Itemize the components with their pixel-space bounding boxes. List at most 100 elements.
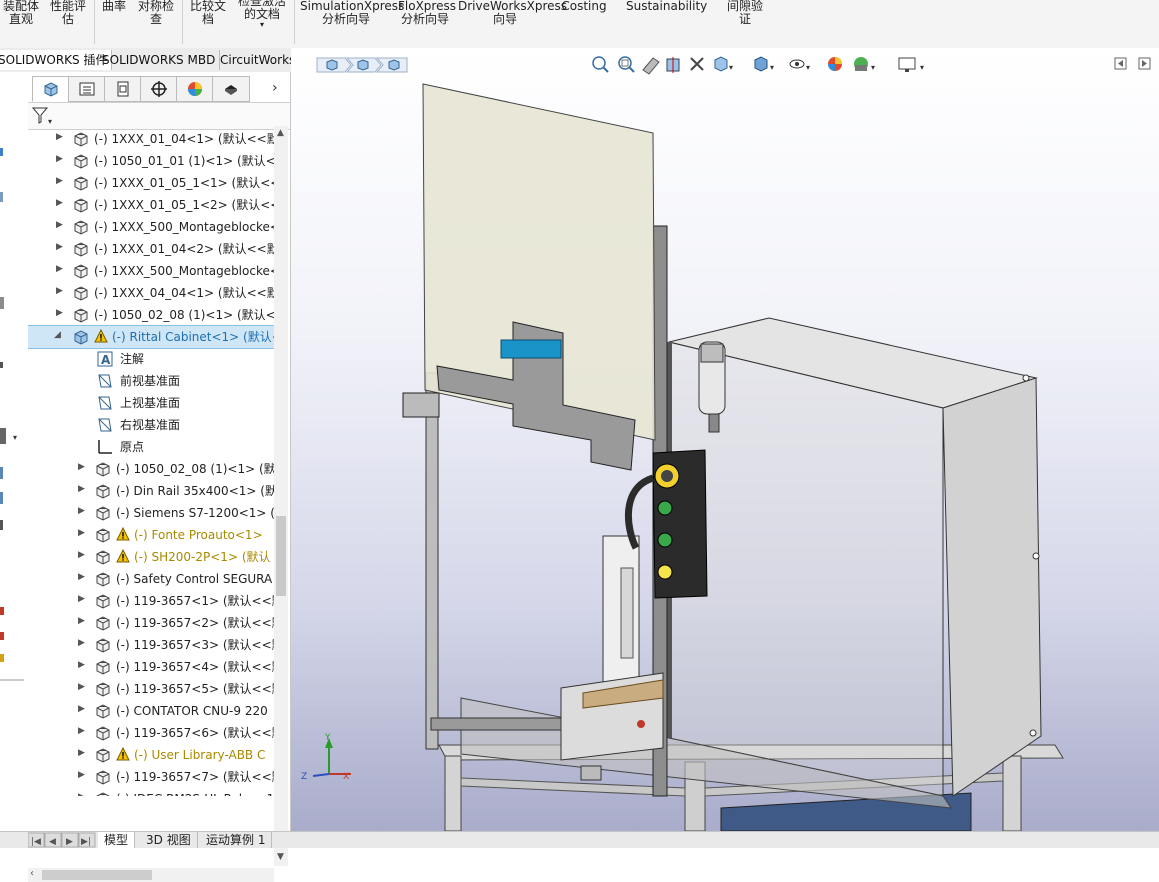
tree-item[interactable]: ▶ (-) 1XXX_01_04<1> (默认<<默认	[28, 128, 274, 150]
expand-arrow-icon[interactable]: ▶	[78, 792, 85, 796]
expand-arrow-icon[interactable]: ▶	[78, 660, 85, 670]
tree-item[interactable]: ▶ (-) 119-3657<3> (默认<<默	[28, 634, 274, 656]
tab-configuration-manager[interactable]	[104, 76, 142, 102]
tab-3d-view[interactable]: 3D 视图	[140, 832, 198, 848]
performance-evaluation-button[interactable]: 性能评 估	[46, 0, 90, 26]
tab-dimxpert-manager[interactable]	[140, 76, 178, 102]
tree-item[interactable]: ▶ (-) Din Rail 35x400<1> (默认	[28, 480, 274, 502]
expand-arrow-icon[interactable]: ▶	[56, 264, 63, 274]
ribbon-label: 向导	[492, 12, 517, 26]
check-active-document-button[interactable]: 检查激活 的文档 ▾	[234, 0, 290, 29]
expand-arrow-icon[interactable]: ▶	[78, 704, 85, 714]
expand-arrow-icon[interactable]: ▶	[78, 594, 85, 604]
tree-item[interactable]: ▶ (-) Siemens S7-1200<1> (默	[28, 502, 274, 524]
tree-item[interactable]: ▶ (-) 1XXX_04_04<1> (默认<<默认	[28, 282, 274, 304]
sustainability-button[interactable]: Sustainability	[626, 0, 707, 13]
expand-arrow-icon[interactable]: ▶	[78, 528, 85, 538]
costing-button[interactable]: Costing	[560, 0, 608, 13]
tab-circuitworks[interactable]: CircuitWorks	[216, 50, 301, 70]
assembly-visualization-button[interactable]: 装配体 直观	[0, 0, 42, 26]
tree-item[interactable]: A 注解	[28, 348, 274, 370]
tab-label: CircuitWorks	[220, 53, 296, 67]
tab-nav-arrows[interactable]: |◀ ◀ ▶ ▶|	[28, 832, 98, 848]
expand-arrow-icon[interactable]: ▶	[56, 286, 63, 296]
expand-arrow-icon[interactable]: ▶	[78, 638, 85, 648]
expand-arrow-icon[interactable]: ▶	[56, 242, 63, 252]
warning-icon	[116, 526, 130, 541]
curvature-button[interactable]: 曲率	[98, 0, 130, 13]
tree-item[interactable]: 原点	[28, 436, 274, 458]
expand-arrow-icon[interactable]: ▶	[78, 770, 85, 780]
tree-item[interactable]: ▶ (-) 119-3657<2> (默认<<默	[28, 612, 274, 634]
tree-item[interactable]: ▶ (-) Fonte Proauto<1>	[28, 524, 274, 546]
driveworksxpress-button[interactable]: DriveWorksXpress 向导	[458, 0, 567, 26]
collapse-arrow-icon[interactable]: ◢	[54, 330, 61, 340]
compare-documents-button[interactable]: 比较文 档	[186, 0, 230, 26]
tree-item-label: (-) 1XXX_500_Montageblocke<	[94, 264, 274, 278]
tab-solidworks-mbd[interactable]: SOLIDWORKS MBD	[98, 50, 221, 70]
scrollbar-thumb[interactable]	[42, 870, 152, 880]
tree-item[interactable]: ▶ (-) 1XXX_500_Montageblocke<	[28, 216, 274, 238]
scroll-up-arrow-icon[interactable]: ▲	[277, 128, 284, 138]
filter-funnel-icon[interactable]: ▾	[30, 104, 56, 128]
graphics-viewport[interactable]: ▾ ▾ ▾ ▾ ▾ Y Z X	[291, 48, 1159, 831]
tree-item[interactable]: ▶ (-) 119-3657<5> (默认<<默	[28, 678, 274, 700]
expand-arrow-icon[interactable]: ▶	[56, 308, 63, 318]
cabinet-assembly-model[interactable]: Y Z X	[291, 48, 1159, 831]
tree-item[interactable]: ▶ (-) 1XXX_01_04<2> (默认<<默认	[28, 238, 274, 260]
tree-item[interactable]: ▶ (-) 1XXX_01_05_1<2> (默认<<默	[28, 194, 274, 216]
tree-item[interactable]: 前视基准面	[28, 370, 274, 392]
tabs-scroll-right-icon[interactable]: ›	[272, 80, 278, 96]
tab-feature-tree[interactable]	[32, 76, 70, 102]
expand-arrow-icon[interactable]: ▶	[56, 132, 63, 142]
tree-horizontal-scrollbar[interactable]: ‹	[28, 868, 274, 882]
tree-item[interactable]: ▶ (-) 1050_02_08 (1)<1> (默认	[28, 458, 274, 480]
expand-arrow-icon[interactable]: ▶	[78, 572, 85, 582]
expand-arrow-icon[interactable]: ▶	[78, 550, 85, 560]
tab-display-manager[interactable]	[176, 76, 214, 102]
tree-item[interactable]: ▶ (-) 1XXX_01_05_1<1> (默认<<默	[28, 172, 274, 194]
tree-item[interactable]: ▶ (-) User Library-ABB C	[28, 744, 274, 766]
tree-vertical-scrollbar[interactable]: ▲ ▼	[274, 126, 288, 866]
origin-icon	[96, 438, 114, 456]
expand-arrow-icon[interactable]: ▶	[56, 220, 63, 230]
tab-property-manager[interactable]	[68, 76, 106, 102]
expand-arrow-icon[interactable]: ▶	[56, 198, 63, 208]
expand-arrow-icon[interactable]: ▶	[56, 154, 63, 164]
tree-item[interactable]: ▶ (-) 1050_01_01 (1)<1> (默认<<	[28, 150, 274, 172]
tree-item[interactable]: ▶ (-) 119-3657<4> (默认<<默	[28, 656, 274, 678]
clearance-verification-button[interactable]: 间隙验 证	[722, 0, 768, 26]
floxpress-button[interactable]: FloXpress 分析向导	[398, 0, 456, 26]
scroll-down-arrow-icon[interactable]: ▼	[277, 852, 284, 862]
expand-arrow-icon[interactable]: ▶	[56, 176, 63, 186]
tree-item[interactable]: ▶ (-) 119-3657<1> (默认<<默	[28, 590, 274, 612]
expand-arrow-icon[interactable]: ▶	[78, 506, 85, 516]
tree-item[interactable]: ▶ (-) 119-3657<6> (默认<<默	[28, 722, 274, 744]
expand-arrow-icon[interactable]: ▶	[78, 726, 85, 736]
scroll-left-arrow-icon[interactable]: ‹	[30, 868, 34, 879]
tab-solidworks-addins[interactable]: SOLIDWORKS 插件	[0, 50, 113, 70]
expand-arrow-icon[interactable]: ▶	[78, 462, 85, 472]
tree-item[interactable]: ▶ (-) 1050_02_08 (1)<1> (默认<<	[28, 304, 274, 326]
tree-item[interactable]: ▶ (-) 119-3657<7> (默认<<默	[28, 766, 274, 788]
tree-item-selected[interactable]: ◢ (-) Rittal Cabinet<1> (默认<<	[28, 325, 274, 349]
tree-item[interactable]: ▶ (-) 1XXX_500_Montageblocke<	[28, 260, 274, 282]
tree-item[interactable]: ▶ (-) IDEC RM2S-UL Relay<1	[28, 788, 274, 796]
tree-item[interactable]: ▶ (-) Safety Control SEGURA	[28, 568, 274, 590]
expand-arrow-icon[interactable]: ▶	[78, 484, 85, 494]
expand-arrow-icon[interactable]: ▶	[78, 748, 85, 758]
scrollbar-thumb[interactable]	[276, 516, 286, 596]
tree-item[interactable]: ▶ (-) SH200-2P<1> (默认	[28, 546, 274, 568]
tree-item[interactable]: 右视基准面	[28, 414, 274, 436]
tab-model[interactable]: 模型	[98, 832, 136, 848]
tree-item-label: (-) 1XXX_01_05_1<1> (默认<<默	[94, 176, 274, 190]
tab-cam-manager[interactable]	[212, 76, 250, 102]
expand-arrow-icon[interactable]: ▶	[78, 682, 85, 692]
symmetry-check-button[interactable]: 对称检 查	[134, 0, 178, 26]
tree-item[interactable]: ▶ (-) CONTATOR CNU-9 220	[28, 700, 274, 722]
expand-arrow-icon[interactable]: ▶	[78, 616, 85, 626]
tree-item-label: (-) IDEC RM2S-UL Relay<1	[116, 791, 274, 796]
simulationxpress-button[interactable]: SimulationXpress 分析向导	[300, 0, 404, 26]
tree-item[interactable]: 上视基准面	[28, 392, 274, 414]
tab-motion-study[interactable]: 运动算例 1	[200, 832, 273, 848]
